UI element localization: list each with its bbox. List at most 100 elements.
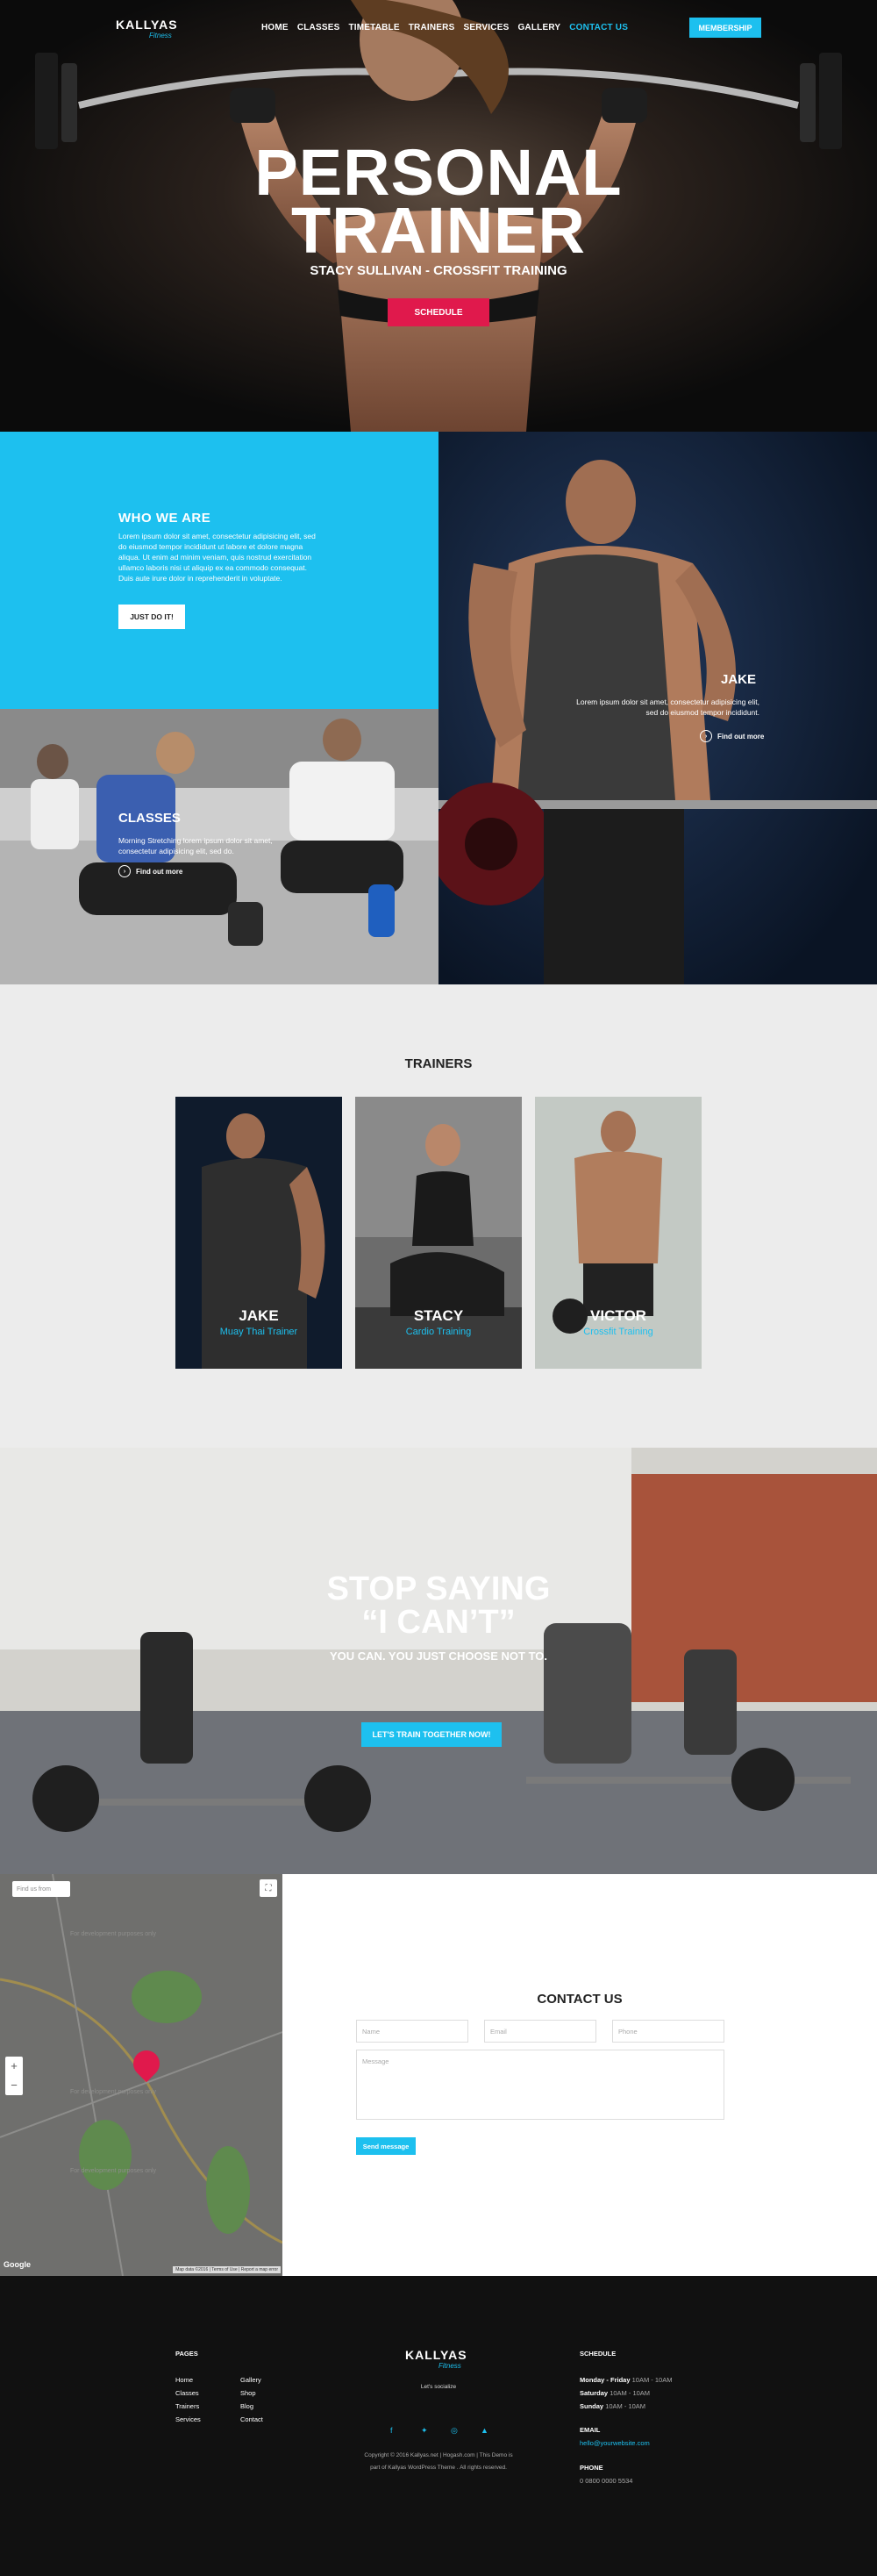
google-map[interactable]: For development purposes only For develo… bbox=[0, 1874, 282, 2276]
footer-phone-title: PHONE bbox=[580, 2464, 603, 2472]
svg-text:For development purposes only: For development purposes only bbox=[70, 1931, 157, 1937]
svg-text:For development purposes only: For development purposes only bbox=[70, 2089, 157, 2095]
instagram-icon[interactable]: ◎ bbox=[451, 2426, 458, 2436]
footer-link-trainers[interactable]: Trainers bbox=[175, 2402, 199, 2410]
nav-timetable[interactable]: TIMETABLE bbox=[348, 23, 399, 32]
trainer-card-victor[interactable]: VICTOR Crossfit Training bbox=[535, 1097, 702, 1369]
map-terms[interactable]: Map data ©2016 | Terms of Use | Report a… bbox=[173, 2266, 281, 2273]
motivation-banner: STOP SAYING “I CAN’T” YOU CAN. YOU JUST … bbox=[0, 1448, 877, 1874]
footer-logo-text: KALLYAS bbox=[405, 2348, 467, 2362]
stop-title-line2: “I CAN’T” bbox=[361, 1604, 516, 1641]
footer-link-services[interactable]: Services bbox=[175, 2415, 201, 2423]
nav-classes[interactable]: CLASSES bbox=[297, 23, 340, 32]
footer-copyright-line2: part of Kallyas WordPress Theme . All ri… bbox=[370, 2465, 507, 2471]
nav-gallery[interactable]: GALLERY bbox=[517, 23, 560, 32]
trainers-section: TRAINERS JAKE Muay Thai Trainer STACY Ca… bbox=[0, 984, 877, 1448]
stop-title-line1: STOP SAYING bbox=[326, 1571, 551, 1607]
zoom-out-button[interactable]: − bbox=[5, 2076, 23, 2095]
footer-logo[interactable]: KALLYAS Fitness bbox=[405, 2348, 467, 2370]
trainer-role: Crossfit Training bbox=[583, 1327, 653, 1337]
main-menu: HOME CLASSES TIMETABLE TRAINERS SERVICES… bbox=[261, 23, 628, 32]
hero-title-line2: TRAINER bbox=[291, 194, 586, 267]
jake-text: Lorem ipsum dolor sit amet, consectetur … bbox=[576, 698, 759, 717]
arrow-circle-icon: › bbox=[118, 865, 131, 877]
footer-link-classes[interactable]: Classes bbox=[175, 2389, 199, 2397]
trainer-card-stacy[interactable]: STACY Cardio Training bbox=[355, 1097, 522, 1369]
footer-pages-title: PAGES bbox=[175, 2350, 198, 2358]
classes-find-out-more-label: Find out more bbox=[136, 867, 183, 876]
train-together-button[interactable]: LET'S TRAIN TOGETHER NOW! bbox=[361, 1722, 502, 1747]
map-search-input[interactable]: Find us from bbox=[12, 1881, 70, 1897]
schedule-day: Monday - Friday bbox=[580, 2376, 631, 2384]
trainer-name: STACY bbox=[413, 1307, 464, 1324]
jake-feature-panel[interactable]: JAKE Lorem ipsum dolor sit amet, consect… bbox=[438, 432, 877, 984]
who-we-are-panel: WHO WE ARE Lorem ipsum dolor sit amet, c… bbox=[0, 432, 438, 709]
logo-text: KALLYAS bbox=[116, 18, 178, 32]
jake-find-out-more-link[interactable]: › Find out more bbox=[700, 730, 764, 742]
facebook-icon[interactable]: f bbox=[390, 2426, 393, 2435]
footer-link-home[interactable]: Home bbox=[175, 2376, 193, 2384]
site-footer bbox=[0, 2276, 877, 2576]
schedule-row: Monday - Friday 10AM - 10AM bbox=[580, 2376, 672, 2384]
schedule-hours: 10AM - 10AM bbox=[605, 2402, 646, 2410]
footer-logo-subtext: Fitness bbox=[438, 2362, 461, 2370]
footer-email-title: EMAIL bbox=[580, 2426, 601, 2434]
classes-find-out-more-link[interactable]: › Find out more bbox=[118, 865, 182, 877]
contact-section: CONTACT US Name Email Phone Message Send… bbox=[282, 1874, 877, 2276]
schedule-hours: 10AM - 10AM bbox=[610, 2389, 651, 2397]
trainer-role: Muay Thai Trainer bbox=[219, 1327, 298, 1337]
who-we-are-title: WHO WE ARE bbox=[118, 511, 211, 526]
arrow-circle-icon: › bbox=[700, 730, 712, 742]
footer-email-link[interactable]: hello@yourwebsite.com bbox=[580, 2439, 650, 2447]
hero-section: KALLYAS Fitness HOME CLASSES TIMETABLE T… bbox=[0, 0, 877, 432]
pinterest-icon[interactable]: ▲ bbox=[481, 2426, 488, 2435]
membership-button[interactable]: MEMBERSHIP bbox=[689, 18, 761, 38]
just-do-it-button[interactable]: JUST DO IT! bbox=[118, 605, 185, 629]
contact-title: CONTACT US bbox=[537, 1992, 623, 2007]
top-navigation: KALLYAS Fitness HOME CLASSES TIMETABLE T… bbox=[0, 0, 877, 56]
footer-tagline: Let's socialize bbox=[420, 2384, 457, 2390]
footer-link-blog[interactable]: Blog bbox=[240, 2402, 253, 2410]
schedule-hours: 10AM - 10AM bbox=[631, 2376, 673, 2384]
google-logo: Google bbox=[4, 2260, 31, 2269]
email-field[interactable]: Email bbox=[484, 2020, 596, 2043]
trainer-name: VICTOR bbox=[590, 1307, 646, 1324]
jake-title: JAKE bbox=[721, 672, 757, 687]
logo-subtext: Fitness bbox=[149, 32, 172, 39]
zoom-control: + − bbox=[5, 2057, 23, 2095]
classes-title: CLASSES bbox=[118, 811, 181, 826]
footer-link-contact[interactable]: Contact bbox=[240, 2415, 263, 2423]
footer-link-gallery[interactable]: Gallery bbox=[240, 2376, 261, 2384]
fullscreen-icon[interactable]: ⛶ bbox=[260, 1879, 277, 1897]
trainer-card-jake[interactable]: JAKE Muay Thai Trainer bbox=[175, 1097, 342, 1369]
who-we-are-text: Lorem ipsum dolor sit amet, consectetur … bbox=[118, 532, 316, 583]
schedule-day: Saturday bbox=[580, 2389, 609, 2397]
trainer-name: JAKE bbox=[239, 1307, 279, 1324]
zoom-in-button[interactable]: + bbox=[5, 2057, 23, 2076]
nav-contact-us[interactable]: CONTACT US bbox=[569, 23, 628, 32]
trainer-role: Cardio Training bbox=[405, 1327, 472, 1337]
footer-copyright-line1: Copyright © 2016 Kallyas.net | Hogash.co… bbox=[364, 2452, 513, 2458]
footer-phone: 0 0800 0000 5534 bbox=[580, 2477, 633, 2485]
nav-services[interactable]: SERVICES bbox=[463, 23, 509, 32]
svg-text:For development purposes only: For development purposes only bbox=[70, 2168, 157, 2174]
send-message-button[interactable]: Send message bbox=[356, 2137, 416, 2155]
site-logo[interactable]: KALLYAS Fitness bbox=[116, 18, 178, 39]
stop-subtitle: YOU CAN. YOU JUST CHOOSE NOT TO. bbox=[330, 1649, 547, 1663]
nav-home[interactable]: HOME bbox=[261, 23, 289, 32]
name-field[interactable]: Name bbox=[356, 2020, 468, 2043]
phone-field[interactable]: Phone bbox=[612, 2020, 724, 2043]
schedule-button[interactable]: SCHEDULE bbox=[388, 298, 489, 326]
classes-feature-panel[interactable]: CLASSES Morning Stretching lorem ipsum d… bbox=[0, 709, 438, 984]
hero-subtitle: STACY SULLIVAN - CROSSFIT TRAINING bbox=[310, 263, 567, 278]
jake-find-out-more-label: Find out more bbox=[717, 732, 765, 741]
schedule-row: Saturday 10AM - 10AM bbox=[580, 2389, 650, 2397]
footer-link-shop[interactable]: Shop bbox=[240, 2389, 256, 2397]
schedule-day: Sunday bbox=[580, 2402, 604, 2410]
classes-text: Morning Stretching lorem ipsum dolor sit… bbox=[118, 836, 273, 855]
twitter-icon[interactable]: ✦ bbox=[421, 2426, 428, 2436]
nav-trainers[interactable]: TRAINERS bbox=[409, 23, 455, 32]
message-field[interactable]: Message bbox=[356, 2050, 724, 2120]
trainers-title: TRAINERS bbox=[404, 1056, 473, 1071]
schedule-row: Sunday 10AM - 10AM bbox=[580, 2402, 645, 2410]
